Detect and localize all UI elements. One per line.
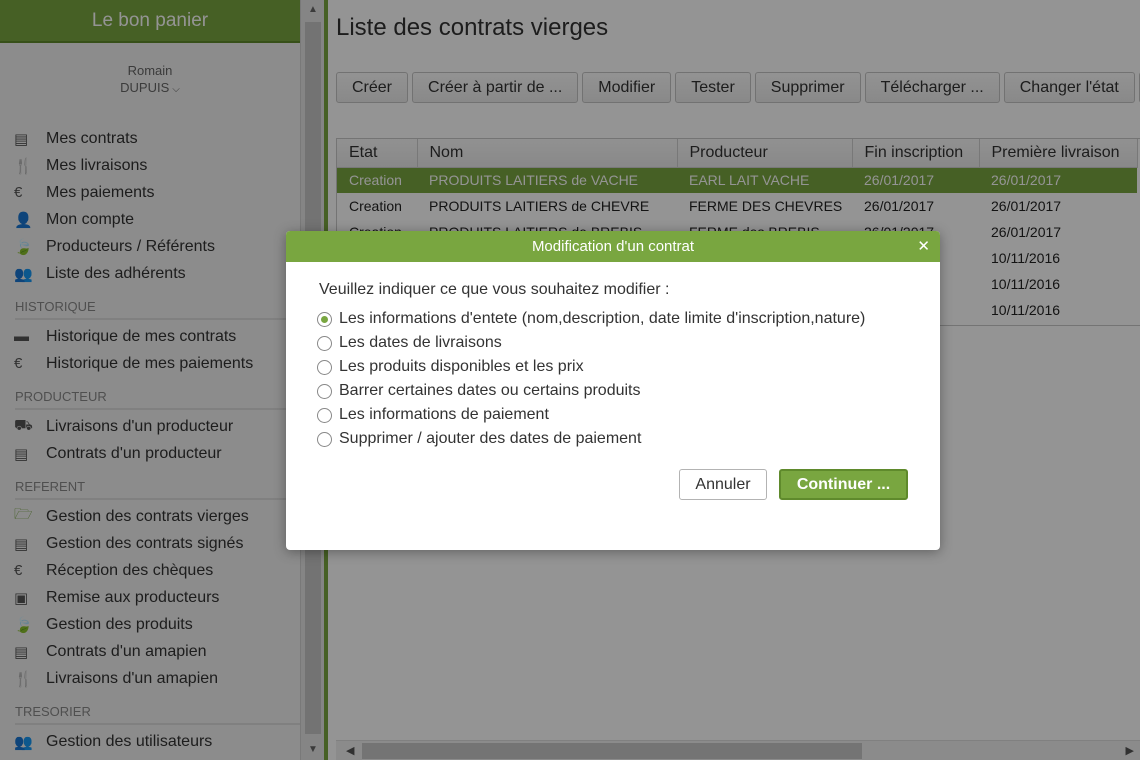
option-6[interactable]: Supprimer / ajouter des dates de paiemen… [317,427,865,451]
dialog-prompt: Veuillez indiquer ce que vous souhaitez … [319,281,670,298]
cancel-button[interactable]: Annuler [679,469,767,500]
close-icon[interactable]: ✕ [917,231,930,262]
dialog-title: Modification d'un contrat [531,238,695,255]
option-2[interactable]: Les dates de livraisons [317,331,865,355]
radio-button[interactable] [317,359,332,375]
continue-button[interactable]: Continuer ... [779,469,908,500]
radio-button[interactable] [317,383,332,399]
option-label: Supprimer / ajouter des dates de paiemen… [339,430,642,447]
dialog-header: Modification d'un contrat ✕ [286,231,940,262]
radio-button[interactable] [317,335,332,351]
option-list: Les informations d'entete (nom,descripti… [317,307,865,451]
radio-button[interactable] [317,431,332,447]
option-3[interactable]: Les produits disponibles et les prix [317,355,865,379]
radio-button[interactable] [317,311,332,327]
option-1[interactable]: Les informations d'entete (nom,descripti… [317,307,865,331]
option-4[interactable]: Barrer certaines dates ou certains produ… [317,379,865,403]
radio-button[interactable] [317,407,332,423]
option-label: Les informations d'entete (nom,descripti… [339,310,866,327]
modify-contract-dialog: Modification d'un contrat ✕ Veuillez ind… [286,231,940,550]
option-label: Les produits disponibles et les prix [339,358,584,375]
option-label: Barrer certaines dates ou certains produ… [339,382,641,399]
option-label: Les dates de livraisons [339,334,502,351]
option-5[interactable]: Les informations de paiement [317,403,865,427]
option-label: Les informations de paiement [339,406,549,423]
